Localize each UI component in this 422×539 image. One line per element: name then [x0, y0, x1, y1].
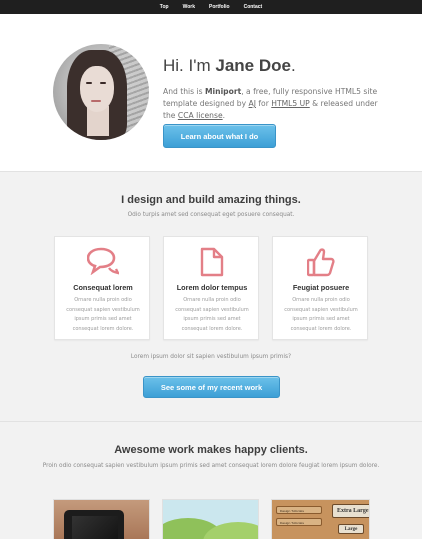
intro-end: .: [222, 111, 226, 120]
avatar-mouth: [91, 100, 101, 102]
avatar-face: [80, 66, 114, 112]
feature-card: Lorem dolor tempus Ornare nulla proin od…: [163, 236, 259, 340]
hero-heading: Hi. I'm Jane Doe.: [163, 56, 296, 76]
work-section: Awesome work makes happy clients. Proin …: [0, 422, 422, 539]
nav-link-work[interactable]: Work: [176, 0, 202, 14]
hero-intro: And this is Miniport, a free, fully resp…: [163, 86, 378, 122]
thumb-select-row: Design Tutorials: [276, 506, 322, 514]
nav-link-contact[interactable]: Contact: [237, 0, 270, 14]
feature-card-title: Lorem dolor tempus: [176, 283, 248, 292]
portfolio-thumbnail[interactable]: Design Tutorials Design Tutorials Extra …: [271, 499, 370, 539]
feature-card: Feugiat posuere Ornare nulla proin odio …: [272, 236, 368, 340]
feature-card-text: Ornare nulla proin odio consequat sapien…: [284, 297, 358, 332]
feature-card-title: Consequat lorem: [73, 283, 133, 292]
avatar-eye-right: [100, 82, 106, 84]
learn-more-button[interactable]: Learn about what I do: [163, 124, 276, 148]
intro-brand: Miniport: [205, 87, 242, 96]
features-section: I design and build amazing things. Odio …: [0, 172, 422, 422]
work-subtitle: Proin odio consequat sapien vestibulum i…: [42, 463, 380, 469]
portfolio-thumbnail[interactable]: [53, 499, 150, 539]
hero-period: .: [290, 56, 296, 75]
thumb-button-large: Large: [338, 524, 364, 534]
hero-greeting: Hi. I'm: [163, 56, 216, 75]
nav-link-top[interactable]: Top: [153, 0, 176, 14]
portfolio-thumbnail[interactable]: [162, 499, 259, 539]
work-title: Awesome work makes happy clients.: [114, 444, 308, 456]
hero-name: Jane Doe: [215, 56, 291, 75]
features-title: I design and build amazing things.: [121, 194, 301, 206]
intro-mid2: for: [255, 99, 272, 108]
features-subtitle: Odio turpis amet sed consequat eget posu…: [127, 212, 295, 218]
top-nav: Top Work Portfolio Contact: [0, 0, 422, 14]
feature-card-text: Ornare nulla proin odio consequat sapien…: [66, 297, 140, 332]
features-note: Lorem ipsum dolor sit sapien vestibulum …: [130, 354, 292, 360]
recent-work-button[interactable]: See some of my recent work: [143, 376, 280, 398]
intro-prefix: And this is: [163, 87, 205, 96]
link-aj[interactable]: AJ: [249, 99, 256, 108]
speech-bubbles-icon: [55, 247, 151, 277]
avatar-eye-left: [86, 82, 92, 84]
thumb-button-extra-large: Extra Large: [332, 504, 369, 518]
link-html5up[interactable]: HTML5 UP: [271, 99, 310, 108]
document-icon: [164, 247, 260, 277]
feature-card-title: Feugiat posuere: [292, 283, 350, 292]
phone-screen-image: [72, 516, 118, 539]
feature-card: Consequat lorem Ornare nulla proin odio …: [54, 236, 150, 340]
thumbs-up-icon: [273, 247, 369, 277]
link-cca-license[interactable]: CCA license: [178, 111, 223, 120]
avatar: [53, 44, 149, 140]
thumb-select-row: Design Tutorials: [276, 518, 322, 526]
feature-card-text: Ornare nulla proin odio consequat sapien…: [175, 297, 249, 332]
nav-link-portfolio[interactable]: Portfolio: [202, 0, 237, 14]
hero-section: Hi. I'm Jane Doe. And this is Miniport, …: [0, 14, 422, 172]
